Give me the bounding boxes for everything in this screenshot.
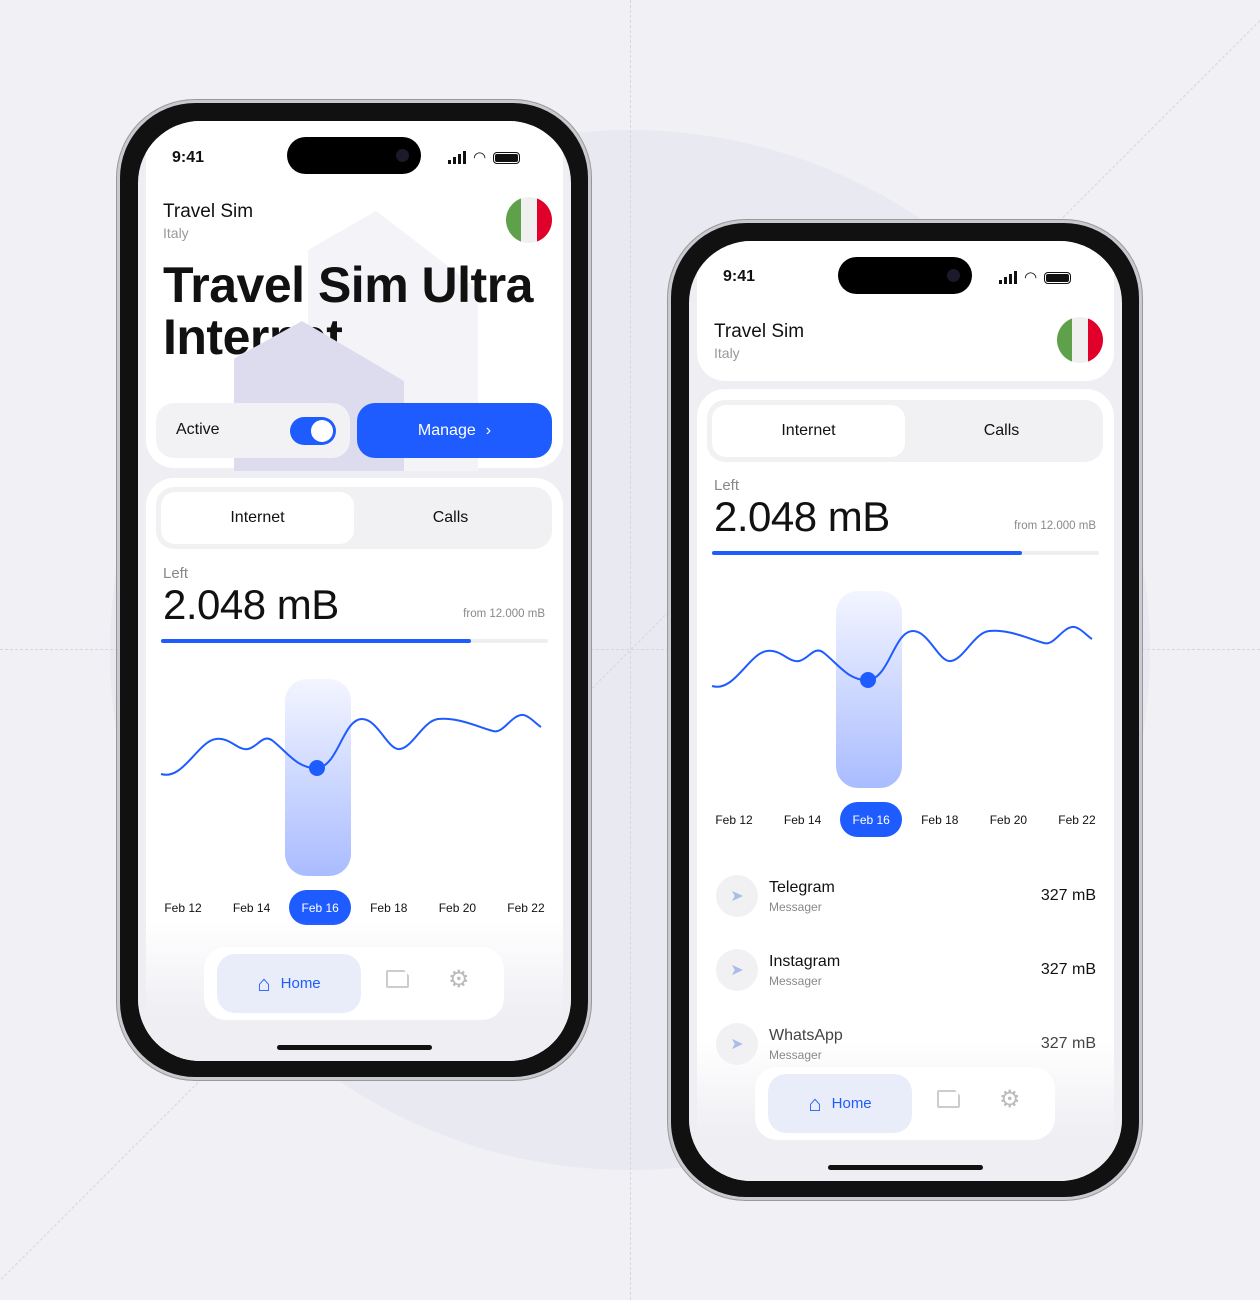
app-usage-row[interactable]: ➤ WhatsApp Messager 327 mB <box>716 1023 1096 1073</box>
manage-label: Manage <box>417 421 476 439</box>
paper-plane-icon: ➤ <box>716 875 758 917</box>
date-feb-16[interactable]: Feb 16 <box>289 890 352 925</box>
paper-plane-icon: ➤ <box>716 949 758 991</box>
plan-title: Travel Sim Ultra Internet <box>163 257 533 365</box>
paper-plane-icon: ➤ <box>716 1023 758 1065</box>
home-icon: ⌂ <box>808 1090 822 1116</box>
date-feb-18[interactable]: Feb 18 <box>909 802 971 837</box>
active-label: Active <box>176 421 220 438</box>
date-feb-16[interactable]: Feb 16 <box>840 802 903 837</box>
active-toggle-card: Active <box>156 403 350 458</box>
nav-home-label: Home <box>831 1095 872 1112</box>
nav-home[interactable]: ⌂ Home <box>768 1074 912 1133</box>
app-name: Telegram <box>769 879 835 896</box>
nav-home[interactable]: ⌂ Home <box>217 954 361 1013</box>
gear-icon[interactable]: ⚙ <box>999 1085 1021 1114</box>
date-feb-20[interactable]: Feb 20 <box>977 802 1039 837</box>
manage-button[interactable]: Manage › <box>357 403 552 458</box>
date-feb-14[interactable]: Feb 14 <box>772 802 834 837</box>
curve-line <box>711 625 1093 688</box>
app-usage: 327 mB <box>1040 1035 1096 1052</box>
home-icon: ⌂ <box>257 970 271 996</box>
nav-home-label: Home <box>280 975 321 992</box>
chevron-right-icon: › <box>485 421 492 439</box>
date-selector: Feb 12 Feb 14 Feb 16 Feb 18 Feb 20 Feb 2… <box>703 802 1108 837</box>
date-feb-22[interactable]: Feb 22 <box>1046 802 1108 837</box>
curve-point <box>309 760 325 776</box>
bottom-nav: ⌂ Home ⚙ <box>204 947 504 1020</box>
app-usage: 327 mB <box>1040 961 1096 978</box>
phone-mockup-usage: 9:41 ◠ Travel Sim Italy Internet Calls L… <box>668 220 1142 1200</box>
app-usage-row[interactable]: ➤ Instagram Messager 327 mB <box>716 949 1096 999</box>
gear-icon[interactable]: ⚙ <box>448 965 470 994</box>
date-feb-22[interactable]: Feb 22 <box>495 890 557 925</box>
date-feb-12[interactable]: Feb 12 <box>703 802 765 837</box>
app-usage: 327 mB <box>1040 887 1096 904</box>
app-name: Instagram <box>769 953 841 970</box>
date-feb-18[interactable]: Feb 18 <box>358 890 420 925</box>
date-feb-14[interactable]: Feb 14 <box>221 890 283 925</box>
app-category: Messager <box>769 974 822 988</box>
app-name: WhatsApp <box>769 1027 843 1044</box>
screen: 9:41 ◠ Travel Sim Italy Travel Sim Ultra… <box>138 121 571 1061</box>
sim-card-icon[interactable] <box>386 970 409 988</box>
date-feb-12[interactable]: Feb 12 <box>152 890 214 925</box>
bottom-nav: ⌂ Home ⚙ <box>755 1067 1055 1140</box>
date-feb-20[interactable]: Feb 20 <box>426 890 488 925</box>
curve-point <box>860 672 876 688</box>
date-selector: Feb 12 Feb 14 Feb 16 Feb 18 Feb 20 Feb 2… <box>152 890 557 925</box>
active-toggle[interactable] <box>290 417 336 445</box>
screen: 9:41 ◠ Travel Sim Italy Internet Calls L… <box>689 241 1122 1181</box>
phone-mockup-plan: 9:41 ◠ Travel Sim Italy Travel Sim Ultra… <box>117 100 591 1080</box>
sim-card-icon[interactable] <box>937 1090 960 1108</box>
curve-line <box>160 713 542 776</box>
app-category: Messager <box>769 1048 822 1062</box>
app-category: Messager <box>769 900 822 914</box>
app-usage-row[interactable]: ➤ Telegram Messager 327 mB <box>716 875 1096 925</box>
home-indicator <box>277 1045 432 1050</box>
home-indicator <box>828 1165 983 1170</box>
